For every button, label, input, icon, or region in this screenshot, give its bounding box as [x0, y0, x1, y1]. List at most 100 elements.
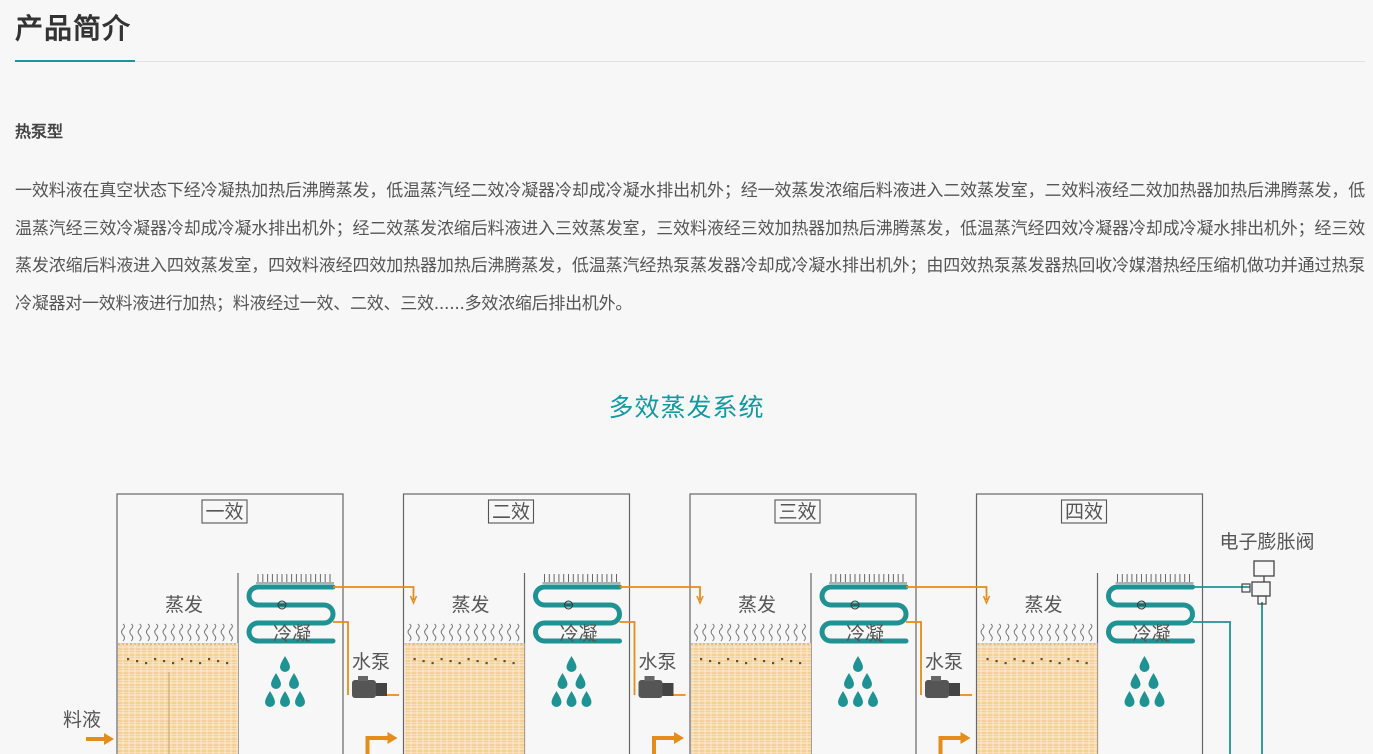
pump-icon [352, 680, 376, 698]
water-drops-icon [1124, 656, 1165, 707]
cond-label: 冷凝 [846, 623, 884, 645]
bubble [467, 658, 470, 661]
bubble [199, 662, 202, 665]
cond-label: 冷凝 [273, 623, 311, 645]
feed-pipe [652, 736, 676, 754]
bubble [172, 662, 175, 665]
bubble [431, 662, 434, 665]
bubble [458, 662, 461, 665]
feed-inlet-arrow [104, 733, 114, 745]
bubble [1031, 662, 1034, 665]
bubble [763, 660, 766, 663]
liquid-area [118, 643, 238, 754]
bubble [986, 658, 989, 661]
stage-2: 二效蒸发冷凝 [402, 493, 631, 754]
vapour-pipe [333, 586, 415, 600]
pump-icon [638, 680, 663, 698]
refrigerant-return-pipe [1192, 621, 1231, 754]
steam-icon [980, 623, 1093, 642]
title-underline [15, 60, 135, 62]
bubble [1013, 658, 1016, 661]
pump-label: 水泵 [638, 651, 676, 673]
steam-icon [694, 623, 806, 642]
bubble [781, 658, 784, 661]
expansion-valve-icon [1241, 560, 1275, 605]
stage-1: 一效蒸发冷凝 [116, 493, 344, 754]
water-pump-2: 水泵 [638, 651, 686, 754]
feed-label: 料液 [63, 709, 101, 731]
condensate-pipe [619, 621, 636, 695]
condensate-pipe [906, 621, 922, 695]
vapour-pipe [619, 586, 701, 600]
bubble [190, 660, 193, 663]
water-drops-icon [551, 656, 592, 707]
bubble [1040, 658, 1043, 661]
bubble [154, 658, 157, 661]
bubble [208, 658, 211, 661]
steam-icon [407, 623, 520, 642]
water-drops-icon [838, 656, 878, 707]
bubble [727, 658, 730, 661]
bubble [718, 662, 721, 665]
bubble [226, 662, 229, 665]
bubble [1004, 662, 1007, 665]
stage-name-label: 一效 [205, 501, 243, 523]
water-pump-3: 水泵 [925, 651, 972, 754]
bubble [754, 658, 757, 661]
page-title: 产品简介 [15, 12, 132, 45]
bubble [422, 660, 425, 663]
feed-arrow [387, 732, 398, 744]
evap-label: 蒸发 [451, 594, 489, 616]
bubble [217, 660, 220, 663]
pump-label: 水泵 [352, 651, 390, 673]
bubble [736, 660, 739, 663]
feed-arrow [960, 732, 971, 744]
bubble [1067, 658, 1070, 661]
bubble [745, 662, 748, 665]
feed-arrow [674, 732, 684, 744]
section-subtitle: 热泵型 [15, 122, 64, 141]
bubble [1058, 662, 1061, 665]
description-paragraph: 一效料液在真空状态下经冷凝热加热后沸腾蒸发，低温蒸汽经二效冷凝器冷却成冷凝水排出… [15, 181, 1365, 314]
bubble [503, 660, 506, 663]
cond-label: 冷凝 [1132, 623, 1170, 645]
bubble [1049, 660, 1052, 663]
liquid-area [404, 643, 525, 754]
stage-name-label: 二效 [492, 501, 530, 523]
bubble [413, 658, 416, 661]
stage-3: 三效蒸发冷凝 [689, 493, 917, 754]
pump-label: 水泵 [925, 651, 963, 673]
bubble [163, 660, 166, 663]
bubble [995, 660, 998, 663]
bubble [799, 662, 802, 665]
stage-name-label: 四效 [1065, 501, 1103, 523]
bubble [485, 662, 488, 665]
water-pump-1: 水泵 [352, 651, 399, 754]
steam-icon [121, 623, 233, 642]
liquid-area [691, 643, 811, 754]
diagram-title: 多效蒸发系统 [608, 393, 765, 422]
bubble [476, 660, 479, 663]
bubble [709, 660, 712, 663]
evap-label: 蒸发 [738, 594, 776, 616]
bubble [127, 658, 130, 661]
stage-name-label: 三效 [778, 501, 816, 523]
water-drops-icon [265, 656, 305, 707]
bubble [1085, 662, 1088, 665]
bubble [772, 662, 775, 665]
pump-icon [925, 680, 949, 698]
liquid-area [977, 643, 1098, 754]
evap-label: 蒸发 [1024, 594, 1062, 616]
bubble [1022, 660, 1025, 663]
bubble [700, 658, 703, 661]
bubble [145, 662, 148, 665]
bubble [494, 658, 497, 661]
feed-pipe [938, 736, 963, 754]
section-header: 产品简介 [15, 0, 1365, 62]
vapour-pipe [906, 586, 988, 600]
valve-label: 电子膨胀阀 [1219, 531, 1314, 553]
condensate-pipe [333, 621, 349, 695]
bubble [790, 660, 793, 663]
evap-label: 蒸发 [165, 594, 203, 616]
bubble [512, 662, 515, 665]
